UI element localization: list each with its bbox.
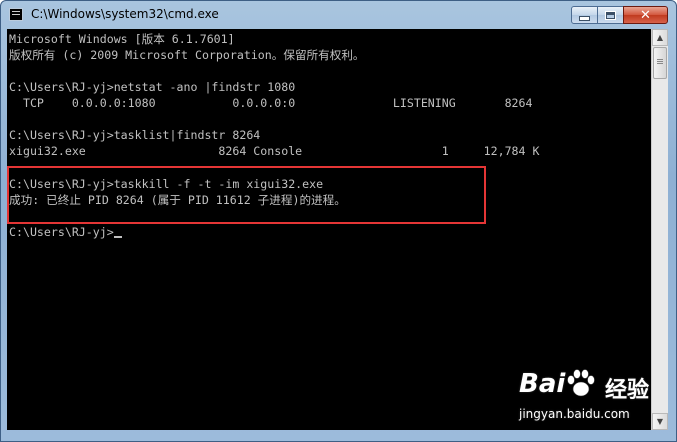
console-line: TCP 0.0.0.0:1080 0.0.0.0:0 LISTENING 826… [9,96,533,110]
console-line: xigui32.exe 8264 Console 1 12,784 K [9,144,540,158]
minimize-button[interactable] [571,6,598,24]
close-icon: ✕ [640,7,651,23]
window-title: C:\Windows\system32\cmd.exe [31,7,219,21]
watermark-url: jingyan.baidu.com [519,407,630,421]
cmd-app-icon[interactable] [9,8,23,21]
console-line: Microsoft Windows [版本 6.1.7601] [9,32,235,46]
console-line: C:\Users\RJ-yj>netstat -ano |findstr 108… [9,80,296,94]
console-line: C:\Users\RJ-yj>tasklist|findstr 8264 [9,128,261,142]
watermark-product: 经验 [605,378,650,403]
close-button[interactable]: ✕ [623,6,668,24]
console-prompt-line: C:\Users\RJ-yj> [9,224,122,240]
title-bar[interactable]: C:\Windows\system32\cmd.exe ✕ [1,1,676,29]
arrow-up-icon: ▲ [656,33,664,42]
console-line: 版权所有 (c) 2009 Microsoft Corporation。保留所有… [9,48,365,62]
text-cursor [113,236,122,238]
maximize-button[interactable] [597,6,624,24]
minimize-icon [579,15,590,21]
console-prompt: C:\Users\RJ-yj> [9,225,114,239]
baidu-jingyan-watermark: Bai 经验 jingyan.baidu.com [519,369,669,431]
highlight-annotation-box [7,166,486,224]
scrollbar-thumb[interactable] [653,47,667,79]
scroll-up-button[interactable]: ▲ [652,29,668,46]
paw-icon [567,369,595,397]
watermark-brand: Bai [519,369,566,399]
maximize-icon [605,10,616,20]
